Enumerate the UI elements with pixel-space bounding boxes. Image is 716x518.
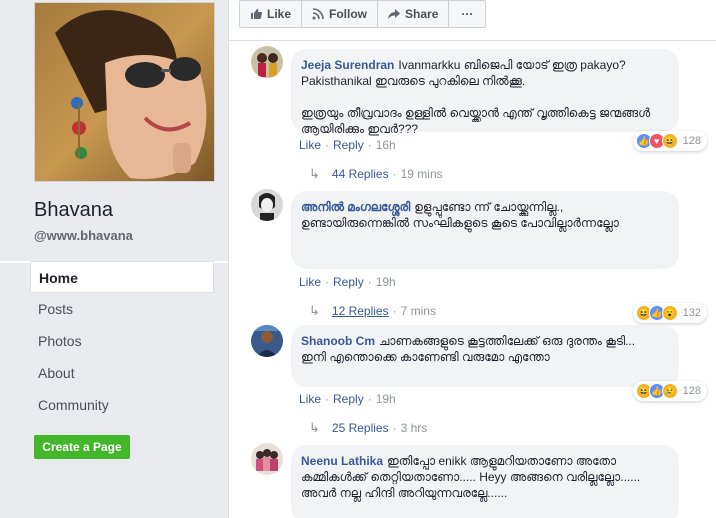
sad-reaction-icon: 😢 (661, 383, 678, 399)
view-replies[interactable]: ↳ 12 Replies · 7 mins (309, 303, 436, 319)
comment-bubble: Neenu Lathika ഇതിപ്പോ enikk ആളുമറിയതാണോ അ… (291, 445, 679, 518)
avatar[interactable] (251, 46, 283, 78)
rss-icon (312, 8, 324, 20)
reaction-summary[interactable]: 😆 👍 😮 132 (632, 303, 707, 323)
comment: അനിൽ മംഗലശ്ശേരി ഉളുപ്പുണ്ടോ ന്ന് ചോയ്ക്കു… (251, 185, 716, 323)
nav-item-home[interactable]: Home (30, 261, 214, 293)
reaction-summary[interactable]: 👍 ♥ 😆 128 (632, 131, 707, 151)
profile-picture[interactable] (34, 2, 215, 182)
comment-actions: Like · Reply · 16h (299, 138, 396, 152)
replies-timestamp: 19 mins (400, 167, 443, 181)
reply-arrow-icon: ↳ (309, 166, 320, 181)
nav-item-posts[interactable]: Posts (30, 293, 214, 325)
view-replies[interactable]: ↳ 25 Replies · 3 hrs (309, 420, 427, 436)
follow-page-button[interactable]: Follow (301, 0, 379, 28)
reply-arrow-icon: ↳ (309, 303, 320, 318)
like-comment-link[interactable]: Like (299, 275, 321, 289)
reply-comment-link[interactable]: Reply (333, 392, 364, 406)
comment-timestamp[interactable]: 19h (376, 275, 396, 289)
comment-author[interactable]: അനിൽ മംഗലശ്ശേരി (301, 200, 410, 214)
share-page-button[interactable]: Share (377, 0, 450, 28)
reply-comment-link[interactable]: Reply (333, 275, 364, 289)
reaction-count: 128 (682, 135, 701, 147)
haha-reaction-icon: 😆 (661, 133, 678, 149)
comment-author[interactable]: Jeeja Surendran (301, 58, 394, 72)
comment: Neenu Lathika ഇതിപ്പോ enikk ആളുമറിയതാണോ അ… (251, 441, 716, 518)
avatar-image (251, 443, 283, 475)
comment: Jeeja Surendran Ivanmarkku ബിജെപി യോട് ഇത… (251, 41, 716, 181)
comment-bubble: അനിൽ മംഗലശ്ശേരി ഉളുപ്പുണ്ടോ ന്ന് ചോയ്ക്കു… (291, 191, 679, 269)
comment-author[interactable]: Shanoob Cm (301, 334, 375, 348)
page-nav: Home Posts Photos About Community (30, 261, 214, 421)
avatar-image (251, 189, 283, 221)
page-title[interactable]: Bhavana (34, 199, 113, 222)
nav-item-about[interactable]: About (30, 357, 214, 389)
replies-count-link[interactable]: 44 Replies (332, 167, 389, 181)
avatar[interactable] (251, 443, 283, 475)
page-username[interactable]: @www.bhavana (34, 228, 133, 243)
replies-timestamp: 3 hrs (400, 421, 428, 435)
nav-item-photos[interactable]: Photos (30, 325, 214, 357)
replies-count-link[interactable]: 25 Replies (332, 421, 389, 435)
avatar[interactable] (251, 189, 283, 221)
share-arrow-icon (388, 9, 401, 19)
comment-timestamp[interactable]: 19h (376, 392, 396, 406)
nav-item-community[interactable]: Community (30, 389, 214, 421)
comment-bubble: Jeeja Surendran Ivanmarkku ബിജെപി യോട് ഇത… (291, 49, 679, 136)
comment-bubble: Shanoob Cm ചാണകങ്ങളുടെ കൂട്ടത്തിലേക്ക് ഒര… (291, 325, 679, 387)
more-options-button[interactable]: ··· (448, 0, 487, 28)
more-dots-icon: ··· (461, 7, 474, 21)
reply-comment-link[interactable]: Reply (333, 138, 364, 152)
main-content: Like Follow Share ··· Jeeja Surendran Iva… (228, 0, 716, 518)
follow-page-label: Follow (329, 7, 368, 21)
share-page-label: Share (405, 7, 439, 21)
view-replies[interactable]: ↳ 44 Replies · 19 mins (309, 166, 443, 182)
avatar-image (251, 325, 283, 357)
comment-actions: Like · Reply · 19h (299, 275, 396, 289)
comment-timestamp[interactable]: 16h (376, 138, 396, 152)
wow-reaction-icon: 😮 (661, 305, 678, 321)
profile-photo-image (35, 3, 214, 181)
reaction-count: 128 (682, 385, 701, 397)
thumbs-up-icon (251, 9, 262, 19)
reply-arrow-icon: ↳ (309, 420, 320, 435)
reaction-summary[interactable]: 😆 👍 😢 128 (632, 381, 707, 401)
avatar-image (251, 46, 283, 78)
replies-count-link[interactable]: 12 Replies (332, 304, 389, 318)
page-action-bar: Like Follow Share ··· (239, 0, 487, 30)
comment: Shanoob Cm ചാണകങ്ങളുടെ കൂട്ടത്തിലേക്ക് ഒര… (251, 321, 716, 441)
comment-author[interactable]: Neenu Lathika (301, 454, 383, 468)
comment-actions: Like · Reply · 19h (299, 392, 396, 406)
like-page-label: Like (267, 7, 292, 21)
replies-timestamp: 7 mins (400, 304, 436, 318)
like-page-button[interactable]: Like (239, 0, 303, 28)
create-page-button[interactable]: Create a Page (34, 435, 130, 459)
avatar[interactable] (251, 325, 283, 357)
left-column: Bhavana @www.bhavana Home Posts Photos A… (0, 0, 228, 518)
like-comment-link[interactable]: Like (299, 392, 321, 406)
like-comment-link[interactable]: Like (299, 138, 321, 152)
reaction-count: 132 (682, 307, 701, 319)
